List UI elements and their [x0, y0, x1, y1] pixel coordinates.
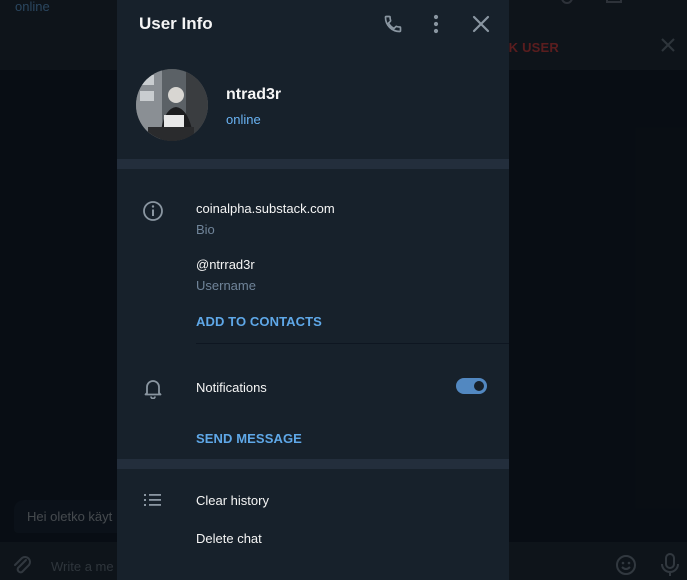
bio-label: Bio [196, 222, 215, 237]
avatar[interactable] [136, 69, 208, 141]
delete-chat-button[interactable]: Delete chat [196, 531, 262, 546]
panel-title: User Info [139, 14, 213, 33]
bell-icon [141, 376, 165, 400]
profile-name: ntrad3r [226, 86, 282, 103]
user-info-panel: User Info ntrad3r online coinalpha.subst… [117, 0, 509, 580]
section-divider [117, 459, 509, 469]
row-separator [196, 343, 509, 344]
notifications-label: Notifications [196, 380, 267, 395]
section-divider [117, 159, 509, 169]
profile-section: ntrad3r online [117, 48, 509, 159]
actions-section: Clear history Delete chat [117, 469, 509, 579]
bio-value[interactable]: coinalpha.substack.com [196, 201, 335, 216]
username-label: Username [196, 278, 256, 293]
info-section: coinalpha.substack.com Bio @ntrrad3r Use… [117, 169, 509, 459]
avatar-photo [136, 69, 208, 141]
more-vertical-icon[interactable] [424, 12, 448, 36]
phone-icon[interactable] [381, 12, 405, 36]
close-icon[interactable] [469, 12, 493, 36]
panel-header: User Info [117, 0, 509, 48]
clear-history-button[interactable]: Clear history [196, 493, 269, 508]
send-message-button[interactable]: SEND MESSAGE [196, 431, 302, 446]
toggle-knob [472, 379, 486, 393]
profile-status: online [226, 112, 261, 127]
add-to-contacts-button[interactable]: ADD TO CONTACTS [196, 314, 322, 329]
info-icon [141, 199, 165, 223]
notifications-toggle[interactable] [456, 378, 487, 394]
list-icon [141, 488, 165, 512]
username-value[interactable]: @ntrrad3r [196, 257, 255, 272]
